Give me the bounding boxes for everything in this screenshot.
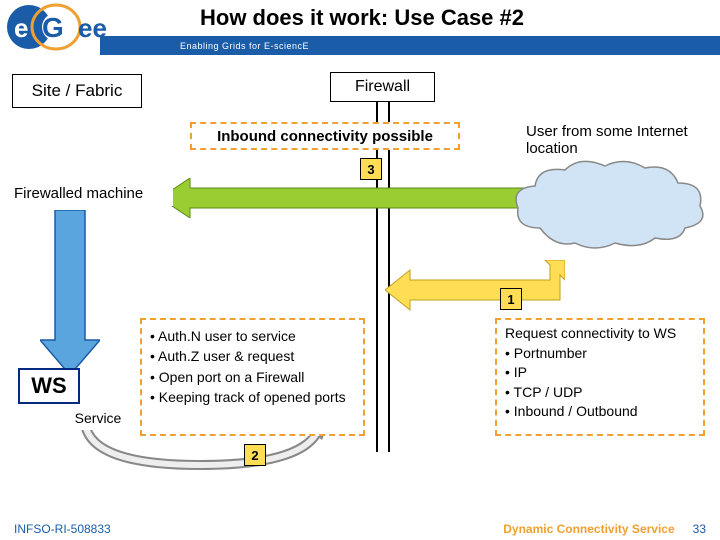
step-1: 1 [500, 288, 522, 310]
diagram-area: Site / Fabric Firewall Inbound connectiv… [0, 60, 720, 514]
footer: INFSO-RI-508833 Dynamic Connectivity Ser… [0, 518, 720, 540]
list-item: TCP / UDP [505, 383, 676, 403]
svg-text:e: e [14, 13, 28, 43]
request-title: Request connectivity to WS [505, 324, 676, 344]
box-site-fabric: Site / Fabric [12, 74, 142, 108]
svg-text:G: G [42, 12, 64, 43]
box-inbound: Inbound connectivity possible [190, 122, 460, 150]
list-item: Inbound / Outbound [505, 402, 676, 422]
list-item: Open port on a Firewall [150, 367, 346, 387]
svg-text:ee: ee [78, 13, 107, 43]
page-title: How does it work: Use Case #2 [200, 5, 524, 31]
box-service-actions: Auth.N user to service Auth.Z user & req… [140, 318, 365, 436]
box-ws: WS [18, 368, 80, 404]
list-item: Auth.Z user & request [150, 346, 346, 366]
step-3: 3 [360, 158, 382, 180]
list-item: Keeping track of opened ports [150, 387, 346, 407]
box-firewalled-machine: Firewalled machine [8, 180, 173, 206]
egee-logo: e G ee [4, 2, 159, 52]
footer-id: INFSO-RI-508833 [14, 522, 111, 536]
list-item: Portnumber [505, 344, 676, 364]
box-request-details: Request connectivity to WS Portnumber IP… [495, 318, 705, 436]
box-user-location: User from some Internet location [520, 120, 705, 160]
page-number: 33 [693, 522, 706, 536]
box-firewall: Firewall [330, 72, 435, 102]
footer-service: Dynamic Connectivity Service33 [503, 522, 706, 536]
list-item: IP [505, 363, 676, 383]
arrow-to-ws [40, 210, 100, 375]
page-subtitle: Enabling Grids for E-sciencE [180, 41, 309, 51]
arrow-inbound [160, 178, 550, 218]
step-2: 2 [244, 444, 266, 466]
cloud-icon [510, 158, 710, 253]
list-item: Auth.N user to service [150, 326, 346, 346]
box-service-label: Service [60, 406, 136, 430]
arrow-request [385, 260, 565, 315]
